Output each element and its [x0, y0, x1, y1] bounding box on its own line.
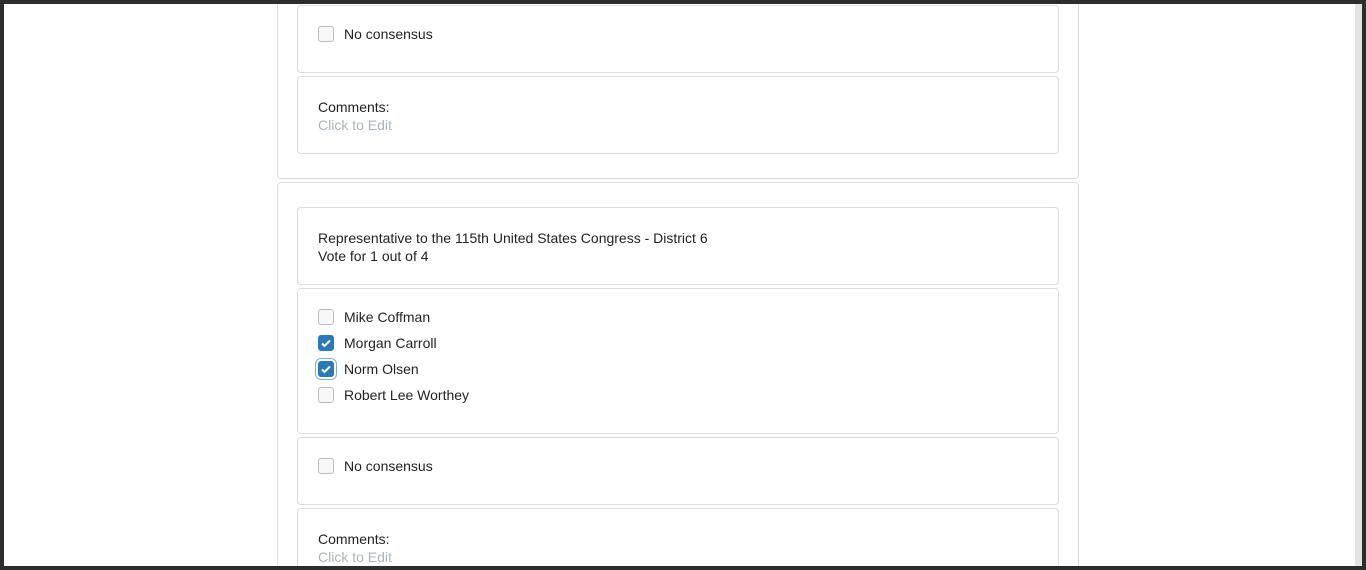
no-consensus-card: No consensus	[297, 437, 1059, 505]
viewport: No consensus Comments: Click to Edit Rep…	[4, 4, 1362, 566]
checkbox-checked-icon[interactable]	[318, 335, 334, 351]
race-header-card: Representative to the 115th United State…	[297, 207, 1059, 285]
checkbox-icon[interactable]	[318, 458, 334, 474]
checkbox-checked-icon[interactable]	[318, 361, 334, 377]
checkbox-icon[interactable]	[318, 387, 334, 403]
no-consensus-checkbox[interactable]: No consensus	[318, 456, 433, 476]
comments-edit[interactable]: Click to Edit	[318, 548, 392, 566]
candidate-name: Norm Olsen	[344, 361, 419, 377]
candidate-name: Morgan Carroll	[344, 335, 437, 351]
race-instructions: Vote for 1 out of 4	[318, 248, 429, 264]
candidate-name: Robert Lee Worthey	[344, 387, 470, 403]
no-consensus-checkbox[interactable]: No consensus	[318, 24, 433, 44]
no-consensus-card: No consensus	[297, 5, 1059, 73]
candidate-option[interactable]: Norm Olsen	[318, 359, 419, 379]
comments-card: Comments: Click to Edit	[297, 76, 1059, 154]
no-consensus-label: No consensus	[344, 458, 433, 474]
candidates-card: Mike Coffman Morgan Carroll Norm Olsen Robe…	[297, 288, 1059, 434]
comments-card: Comments: Click to Edit	[297, 508, 1059, 566]
comments-edit[interactable]: Click to Edit	[318, 116, 392, 134]
scrollbar[interactable]	[1355, 4, 1362, 566]
candidate-option[interactable]: Morgan Carroll	[318, 333, 437, 353]
candidate-option[interactable]: Mike Coffman	[318, 307, 430, 327]
checkbox-icon[interactable]	[318, 26, 334, 42]
candidate-name: Mike Coffman	[344, 309, 431, 325]
checkbox-icon[interactable]	[318, 309, 334, 325]
comments-label: Comments:	[318, 99, 390, 115]
comments-label: Comments:	[318, 531, 390, 547]
no-consensus-label: No consensus	[344, 26, 433, 42]
candidate-option[interactable]: Robert Lee Worthey	[318, 385, 469, 405]
race-title: Representative to the 115th United State…	[318, 230, 708, 246]
